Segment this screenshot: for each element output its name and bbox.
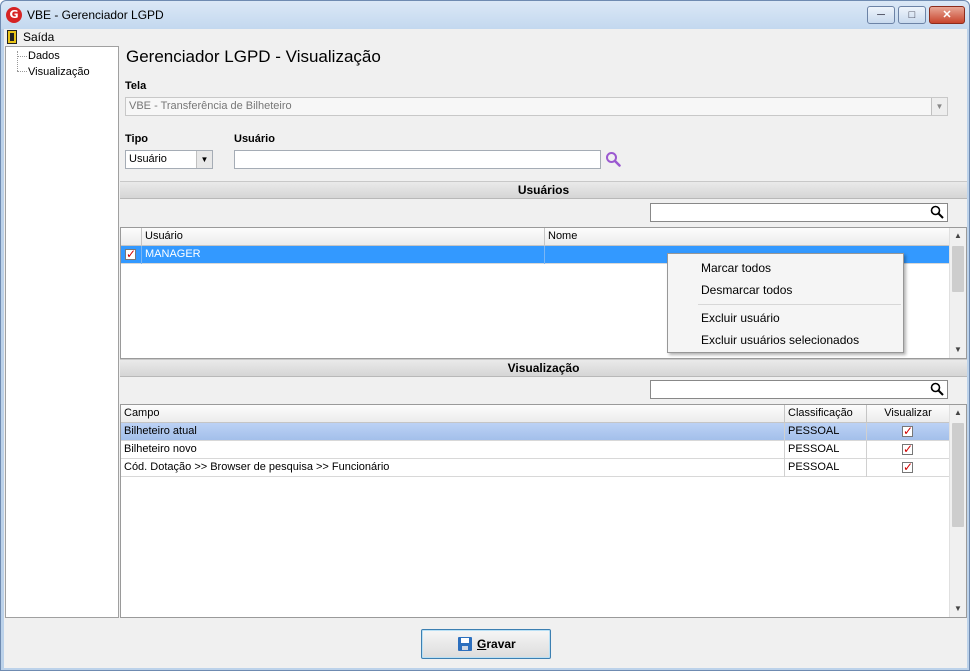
tela-label: Tela [125,80,147,92]
column-header-campo[interactable]: Campo [121,405,785,423]
cell-classificacao: PESSOAL [785,441,867,459]
column-header-usuario[interactable]: Usuário [142,228,545,246]
exit-door-icon[interactable] [7,30,17,44]
menu-item-excluir-usuario[interactable]: Excluir usuário [701,311,780,325]
scroll-down-icon[interactable]: ▼ [950,342,966,358]
cell-visualizar[interactable] [867,423,950,441]
tela-select[interactable]: VBE - Transferência de Bilheteiro ▼ [125,97,948,116]
row-check-cell[interactable] [121,246,142,264]
menu-item-excluir-selecionados[interactable]: Excluir usuários selecionados [701,333,859,347]
visualizar-checkbox[interactable] [902,442,913,456]
visualizacao-grid: Campo Classificação Visualizar Bilheteir… [120,404,967,618]
page-title: Gerenciador LGPD - Visualização [126,47,381,66]
usuario-input[interactable] [234,150,601,169]
visualizacao-filter-input[interactable] [650,380,948,399]
cell-visualizar[interactable] [867,441,950,459]
tree-connector [17,51,18,71]
tela-value: VBE - Transferência de Bilheteiro [129,100,292,112]
usuarios-filter-input[interactable] [650,203,948,222]
navigation-tree: Dados Visualização [5,46,119,618]
title-bar[interactable]: G VBE - Gerenciador LGPD ─ □ ✕ [1,1,969,29]
visualizacao-scrollbar[interactable]: ▲ ▼ [949,405,966,617]
table-row[interactable]: Bilheteiro atual PESSOAL [121,423,950,441]
visualizar-checkbox[interactable] [902,424,913,438]
menu-exit[interactable]: Saída [23,30,54,44]
client-area: Saída Dados Visualização Gerenciador LGP… [4,29,967,668]
column-header-nome[interactable]: Nome [545,228,950,246]
tree-item-dados[interactable]: Dados [28,50,60,62]
grid-header: Campo Classificação Visualizar [121,405,950,423]
tree-connector [17,56,27,57]
scroll-down-icon[interactable]: ▼ [950,601,966,617]
scroll-thumb[interactable] [952,423,964,527]
window-title: VBE - Gerenciador LGPD [27,8,164,22]
close-icon[interactable]: ✕ [929,6,965,24]
usuario-label: Usuário [234,133,275,145]
search-icon[interactable] [605,151,621,167]
main-window: G VBE - Gerenciador LGPD ─ □ ✕ Saída Dad… [0,0,970,671]
save-button[interactable]: Gravar [421,629,551,659]
scroll-up-icon[interactable]: ▲ [950,228,966,244]
tree-item-visualizacao[interactable]: Visualização [28,66,90,78]
grid-header: Usuário Nome [121,228,950,246]
row-checkbox[interactable] [125,247,136,261]
maximize-icon[interactable]: □ [898,6,926,24]
context-menu: Marcar todos Desmarcar todos Excluir usu… [667,253,904,353]
menu-bar: Saída [4,29,967,45]
floppy-disk-icon [458,637,472,651]
tipo-value: Usuário [129,153,167,165]
tipo-label: Tipo [125,133,149,145]
chevron-down-icon[interactable]: ▼ [931,98,947,115]
column-header-check [121,228,142,246]
tree-connector [17,71,27,72]
visualizar-checkbox[interactable] [902,460,913,474]
menu-separator [698,304,901,305]
save-button-label: Gravar [477,637,516,651]
app-logo-icon: G [6,7,22,23]
column-header-visualizar[interactable]: Visualizar [867,405,950,423]
cell-campo: Cód. Dotação >> Browser de pesquisa >> F… [121,459,785,477]
chevron-down-icon[interactable]: ▼ [196,151,212,168]
cell-campo: Bilheteiro novo [121,441,785,459]
table-row[interactable]: Bilheteiro novo PESSOAL [121,441,950,459]
scroll-up-icon[interactable]: ▲ [950,405,966,421]
search-icon[interactable] [930,205,944,219]
usuarios-section-header: Usuários [120,181,967,199]
cell-classificacao: PESSOAL [785,423,867,441]
scroll-thumb[interactable] [952,246,964,292]
column-header-classificacao[interactable]: Classificação [785,405,867,423]
menu-item-marcar-todos[interactable]: Marcar todos [701,261,771,275]
tipo-select[interactable]: Usuário ▼ [125,150,213,169]
cell-campo: Bilheteiro atual [121,423,785,441]
search-icon[interactable] [930,382,944,396]
usuarios-scrollbar[interactable]: ▲ ▼ [949,228,966,358]
table-row[interactable]: Cód. Dotação >> Browser de pesquisa >> F… [121,459,950,477]
minimize-icon[interactable]: ─ [867,6,895,24]
cell-usuario: MANAGER [142,246,545,264]
menu-item-desmarcar-todos[interactable]: Desmarcar todos [701,283,792,297]
cell-classificacao: PESSOAL [785,459,867,477]
cell-visualizar[interactable] [867,459,950,477]
visualizacao-section-header: Visualização [120,359,967,377]
